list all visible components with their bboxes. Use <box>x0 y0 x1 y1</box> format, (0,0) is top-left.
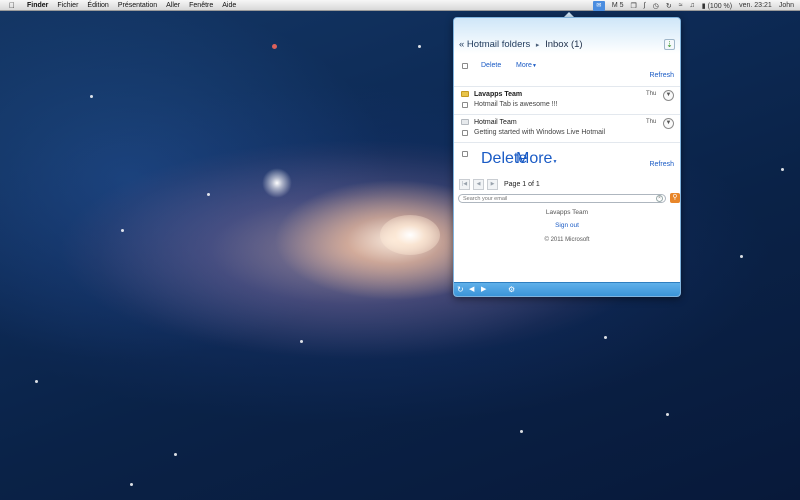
read-envelope-icon <box>461 119 469 125</box>
message-checkbox[interactable] <box>462 130 468 136</box>
list-item[interactable]: Lavapps Team Hotmail Tab is awesome !!! … <box>454 86 680 113</box>
more-button[interactable]: More▼ <box>516 150 557 168</box>
forward-icon[interactable]: ▶ <box>481 285 486 295</box>
star <box>666 413 669 416</box>
sync-icon[interactable]: ↻ <box>666 2 672 10</box>
wifi-icon[interactable]: ≈ <box>679 2 683 9</box>
mail-count-tray[interactable]: M 5 <box>612 2 624 9</box>
gear-icon[interactable]: ⚙ <box>508 285 515 295</box>
message-subject: Getting started with Windows Live Hotmai… <box>474 129 606 136</box>
breadcrumb: « Hotmail folders ▸ Inbox (1) <box>459 39 583 50</box>
toolbar-top: Delete More▼ <box>454 54 680 69</box>
star <box>520 430 523 433</box>
menu-app-name[interactable]: Finder <box>27 2 48 9</box>
expand-icon[interactable]: ▼ <box>663 118 674 129</box>
time-machine-icon[interactable]: ◷ <box>653 2 659 10</box>
clear-search-icon[interactable]: × <box>656 195 663 202</box>
unread-envelope-icon <box>461 91 469 97</box>
menu-edition[interactable]: Édition <box>87 2 108 9</box>
star <box>90 95 93 98</box>
menu-aide[interactable]: Aide <box>222 2 236 9</box>
star <box>740 255 743 258</box>
select-all-checkbox[interactable] <box>462 63 468 69</box>
back-icon[interactable]: ◀ <box>469 285 474 295</box>
star <box>207 193 210 196</box>
message-sender: Hotmail Team <box>474 119 517 126</box>
expand-icon[interactable]: ▼ <box>663 90 674 101</box>
star <box>272 44 277 49</box>
next-page-icon[interactable]: ▶ <box>487 178 498 190</box>
document-tray-icon[interactable]: ❐ <box>631 2 637 10</box>
star <box>300 340 303 343</box>
menu-fichier[interactable]: Fichier <box>57 2 78 9</box>
refresh-icon[interactable]: ↻ <box>457 285 464 295</box>
message-subject: Hotmail Tab is awesome !!! <box>474 101 558 108</box>
more-button[interactable]: More▼ <box>516 62 537 69</box>
clock[interactable]: ven. 23:21 <box>739 2 772 9</box>
breadcrumb-current: Inbox (1) <box>545 39 583 50</box>
toolbar-bottom: Delete More▼ <box>454 142 680 167</box>
message-sender: Lavapps Team <box>474 91 523 98</box>
chevron-down-icon: ▼ <box>531 63 537 69</box>
download-icon[interactable]: ⇣ <box>664 39 675 50</box>
delete-button[interactable]: Delete <box>481 62 501 69</box>
battery-icon[interactable]: ▮ (100 %) <box>702 2 732 10</box>
list-item[interactable]: Hotmail Team Getting started with Window… <box>454 114 680 141</box>
star <box>130 483 133 486</box>
star <box>35 380 38 383</box>
select-all-checkbox[interactable] <box>462 151 468 157</box>
message-checkbox[interactable] <box>462 102 468 108</box>
prev-page-icon[interactable]: ◀ <box>473 178 484 190</box>
search-input[interactable] <box>458 194 666 203</box>
hotmail-tray-icon[interactable]: ✉ <box>592 0 605 11</box>
battery-level: (100 %) <box>707 2 733 10</box>
page-indicator: Page 1 of 1 <box>504 180 540 188</box>
chevron-down-icon: ▼ <box>552 159 558 165</box>
menu-extras: ✉ M 5 ❐ ∫ ◷ ↻ ≈ ♫ ▮ (100 %) ven. 23:21 J… <box>592 0 794 11</box>
menu-fenetre[interactable]: Fenêtre <box>189 2 213 9</box>
popover-header: « Hotmail folders ▸ Inbox (1) ⇣ <box>454 18 680 54</box>
mail-count: 5 <box>619 2 624 9</box>
message-date: Thu <box>646 91 657 97</box>
popover-footer: ↻ ◀ ▶ ⚙ <box>454 282 680 296</box>
account-name: Lavapps Team <box>545 209 589 216</box>
search-icon[interactable]: ⚲ <box>670 193 680 203</box>
more-label: More <box>516 150 553 167</box>
bluetooth-icon[interactable]: ∫ <box>644 2 646 9</box>
menu-aller[interactable]: Aller <box>166 2 180 9</box>
volume-icon[interactable]: ♫ <box>690 2 695 9</box>
refresh-button[interactable]: Refresh <box>649 161 674 168</box>
menu-bar:  Finder Fichier Édition Présentation Al… <box>0 0 800 11</box>
copyright: © 2011 Microsoft <box>544 237 590 243</box>
bright-star <box>262 168 292 198</box>
user-menu[interactable]: John <box>779 2 794 9</box>
menu-presentation[interactable]: Présentation <box>118 2 157 9</box>
galaxy-core <box>380 215 440 255</box>
more-label: More <box>516 62 532 69</box>
message-date: Thu <box>646 119 657 125</box>
hotmail-popover: « Hotmail folders ▸ Inbox (1) ⇣ Delete M… <box>453 17 681 297</box>
star <box>418 45 421 48</box>
first-page-icon[interactable]: |◀ <box>459 178 470 190</box>
refresh-button[interactable]: Refresh <box>649 72 674 79</box>
breadcrumb-separator: ▸ <box>535 42 540 49</box>
star <box>121 229 124 232</box>
star <box>604 336 607 339</box>
star <box>781 168 784 171</box>
pager: |◀ ◀ ▶ Page 1 of 1 <box>459 178 540 190</box>
sign-out-link[interactable]: Sign out <box>454 222 680 229</box>
apple-icon[interactable]:  <box>5 1 19 10</box>
breadcrumb-back-link[interactable]: « Hotmail folders <box>459 39 530 50</box>
star <box>174 453 177 456</box>
